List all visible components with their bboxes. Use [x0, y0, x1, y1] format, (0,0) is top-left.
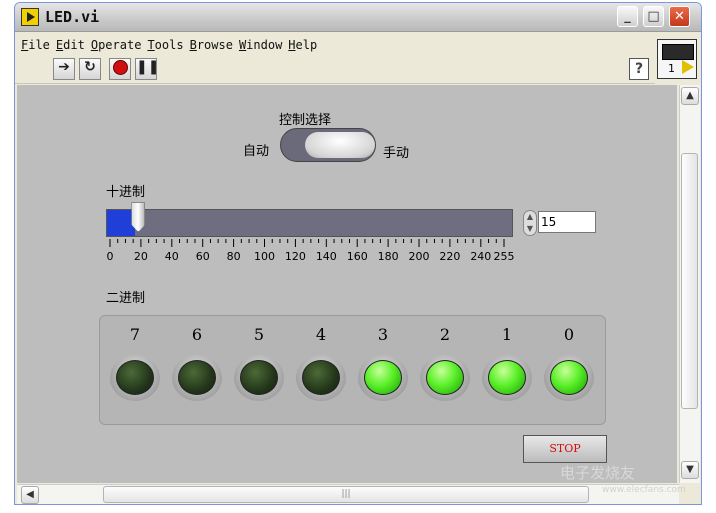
scale-tick-label: 120 — [285, 250, 306, 263]
scale-tick-label: 60 — [196, 250, 210, 263]
horizontal-scroll-thumb[interactable]: ||| — [103, 486, 589, 503]
led-bit-4 — [296, 355, 346, 401]
led-lamp — [302, 360, 340, 395]
scale-tick-label: 20 — [134, 250, 148, 263]
led-lamp — [426, 360, 464, 395]
led-bit-label: 2 — [439, 325, 451, 344]
led-bit-label: 7 — [129, 325, 141, 344]
led-bit-label: 3 — [377, 325, 389, 344]
scale-tick-label: 160 — [347, 250, 368, 263]
watermark-url: www.elecfans.com — [602, 485, 686, 495]
vi-window: LED.vi _ □ ✕ File Edit Operate Tools Browse W… — [14, 2, 702, 505]
led-lamp — [116, 360, 154, 395]
scale-tick-label: 180 — [378, 250, 399, 263]
led-lamp — [178, 360, 216, 395]
scroll-left-icon[interactable]: ◀ — [21, 486, 39, 504]
led-lamp — [550, 360, 588, 395]
led-bit-3 — [358, 355, 408, 401]
led-bit-label: 0 — [563, 325, 575, 344]
stop-button[interactable]: STOP — [523, 435, 607, 463]
horizontal-scrollbar[interactable]: ◀ ||| — [17, 484, 679, 504]
scale-tick-label: 80 — [227, 250, 241, 263]
vertical-scroll-thumb[interactable] — [681, 153, 698, 409]
led-lamp — [488, 360, 526, 395]
scale-tick-label: 200 — [409, 250, 430, 263]
scroll-down-icon[interactable]: ▼ — [681, 461, 699, 479]
led-bit-0 — [544, 355, 594, 401]
led-bit-5 — [234, 355, 284, 401]
scale-tick-label: 140 — [316, 250, 337, 263]
scroll-up-icon[interactable]: ▲ — [681, 87, 699, 105]
led-lamp — [240, 360, 278, 395]
watermark-logo: 电子发烧友 — [560, 464, 636, 482]
led-lamp — [364, 360, 402, 395]
slider-scale: 0 20 40 60 80 100 120 140 160 180 200 220 240 255 — [107, 239, 515, 263]
led-bit-2 — [420, 355, 470, 401]
led-bit-label: 5 — [253, 325, 265, 344]
scale-tick-label: 0 — [107, 250, 114, 263]
scale-tick-label: 220 — [439, 250, 460, 263]
scale-tick-label: 100 — [254, 250, 275, 263]
led-bit-label: 6 — [191, 325, 203, 344]
led-bit-label: 4 — [315, 325, 327, 344]
led-bit-6 — [172, 355, 222, 401]
led-bit-label: 1 — [501, 325, 513, 344]
binary-label: 二进制 — [106, 291, 146, 306]
vertical-scrollbar[interactable]: ▲ ▼ — [679, 85, 700, 483]
led-bit-7 — [110, 355, 160, 401]
scale-tick-label: 255 — [494, 250, 515, 263]
led-bit-1 — [482, 355, 532, 401]
scale-tick-label: 40 — [165, 250, 179, 263]
scale-tick-label: 240 — [470, 250, 491, 263]
